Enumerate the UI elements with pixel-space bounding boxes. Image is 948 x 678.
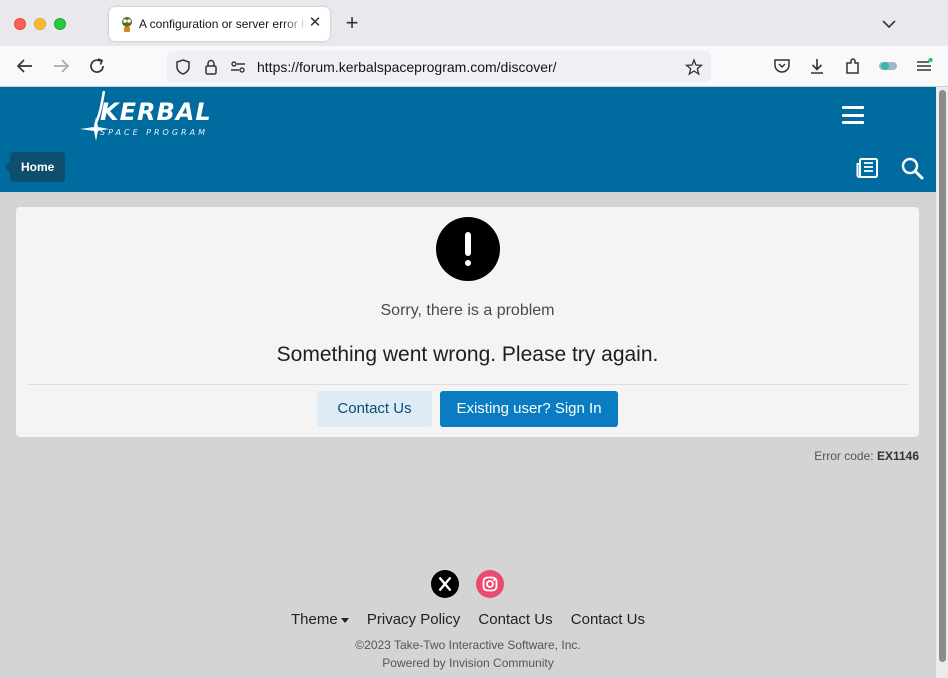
- caret-down-icon: [340, 617, 349, 623]
- exclamation-icon: [436, 217, 500, 281]
- tab-close-icon[interactable]: ✕: [307, 15, 323, 31]
- error-message: Something went wrong. Please try again.: [276, 343, 659, 366]
- pocket-icon[interactable]: [772, 56, 792, 76]
- new-tab-button[interactable]: +: [341, 12, 363, 35]
- theme-link[interactable]: Theme: [291, 611, 338, 628]
- footer-links: Theme Privacy Policy Contact Us Contact …: [0, 611, 936, 628]
- tab-title: A configuration or server error has occu…: [139, 17, 307, 31]
- chevron-down-icon[interactable]: [880, 15, 898, 33]
- menu-icon[interactable]: [914, 56, 934, 76]
- lock-icon[interactable]: [202, 58, 220, 76]
- site-permissions-icon[interactable]: [229, 58, 247, 76]
- page-scrollbar-thumb[interactable]: [939, 90, 946, 662]
- error-code-value: EX1146: [876, 449, 919, 463]
- powered-by-link[interactable]: Powered by Invision Community: [0, 656, 936, 670]
- x-icon[interactable]: [431, 570, 459, 598]
- close-window-button[interactable]: [14, 18, 26, 30]
- instagram-icon[interactable]: [476, 570, 504, 598]
- search-icon[interactable]: [900, 156, 924, 180]
- breadcrumb-home[interactable]: Home: [4, 152, 66, 182]
- kerbal-favicon-icon: [122, 17, 132, 32]
- privacy-policy-link[interactable]: Privacy Policy: [367, 611, 460, 628]
- error-code-label: Error code:: [814, 449, 874, 463]
- theme-menu[interactable]: Theme: [291, 611, 349, 628]
- logo-subtext: SPACE PROGRAM: [100, 128, 208, 137]
- extensions-icon[interactable]: [843, 56, 863, 76]
- shield-icon[interactable]: [174, 58, 192, 76]
- divider: [27, 384, 909, 385]
- hamburger-menu-icon[interactable]: [842, 106, 864, 124]
- browser-navbar: https://forum.kerbalspaceprogram.com/dis…: [0, 46, 948, 87]
- sign-in-button[interactable]: Existing user? Sign In: [440, 391, 618, 427]
- contact-us-link-2[interactable]: Contact Us: [571, 611, 645, 628]
- error-card: Sorry, there is a problem Something went…: [16, 207, 919, 437]
- minimize-window-button[interactable]: [34, 18, 46, 30]
- zoom-window-button[interactable]: [54, 18, 66, 30]
- download-icon[interactable]: [807, 56, 827, 76]
- kerbal-logo[interactable]: KERBAL SPACE PROGRAM: [78, 89, 211, 143]
- contact-us-link[interactable]: Contact Us: [478, 611, 552, 628]
- copyright: ©2023 Take-Two Interactive Software, Inc…: [355, 638, 581, 652]
- error-code: Error code: EX1146: [700, 449, 919, 463]
- browser-titlebar: A configuration or server error has occu…: [0, 0, 948, 46]
- forward-icon[interactable]: [51, 56, 71, 76]
- browser-tab[interactable]: A configuration or server error has occu…: [109, 7, 330, 41]
- logo-text: KERBAL: [100, 98, 212, 126]
- url-bar[interactable]: https://forum.kerbalspaceprogram.com/dis…: [167, 51, 711, 82]
- site-header: KERBAL SPACE PROGRAM Home: [0, 87, 936, 192]
- reload-icon[interactable]: [87, 56, 107, 76]
- contact-us-button[interactable]: Contact Us: [317, 391, 432, 427]
- newspaper-icon[interactable]: [856, 156, 880, 180]
- toggle-extension-icon[interactable]: [878, 56, 898, 76]
- bookmark-star-icon[interactable]: [685, 58, 703, 76]
- back-icon[interactable]: [15, 56, 35, 76]
- error-heading: Sorry, there is a problem: [380, 302, 555, 319]
- url-text[interactable]: https://forum.kerbalspaceprogram.com/dis…: [257, 59, 557, 75]
